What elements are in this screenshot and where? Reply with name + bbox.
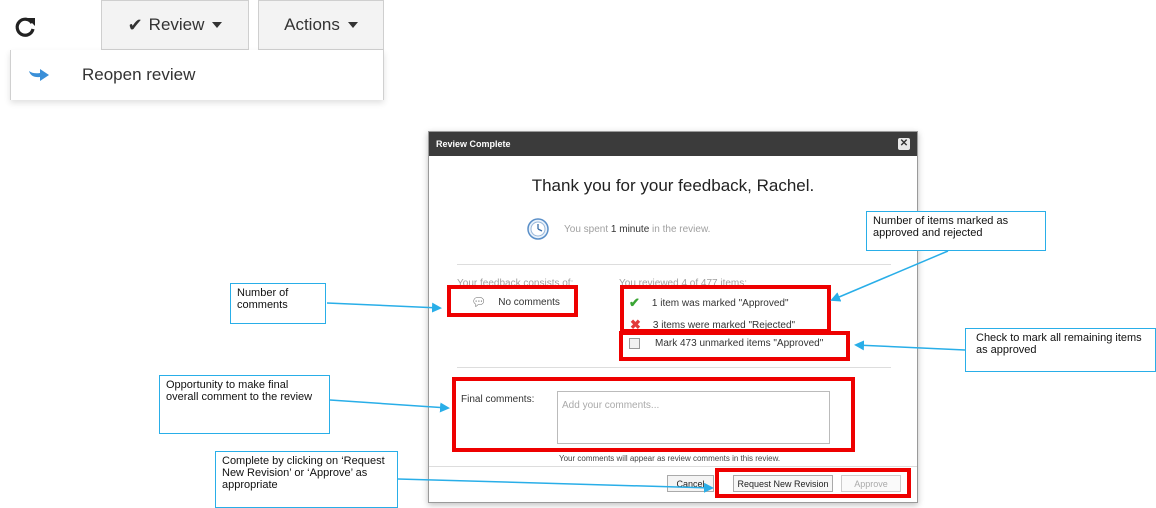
callout-complete: Complete by clicking on ‘Request New Rev… xyxy=(215,451,398,508)
callout-check-all-text: Check to mark all remaining items as app… xyxy=(976,332,1142,356)
callout-comments: Number of comments xyxy=(230,283,326,324)
callout-final-comment: Opportunity to make final overall commen… xyxy=(159,375,330,434)
callout-comments-text: Number of comments xyxy=(237,287,289,311)
callout-approved-rejected: Number of items marked as approved and r… xyxy=(866,211,1046,251)
callout-check-all: Check to mark all remaining items as app… xyxy=(965,328,1156,372)
callout-final-comment-text: Opportunity to make final overall commen… xyxy=(166,379,313,403)
callout-complete-text: Complete by clicking on ‘Request New Rev… xyxy=(222,455,385,491)
callout-approved-rejected-text: Number of items marked as approved and r… xyxy=(873,215,1009,239)
